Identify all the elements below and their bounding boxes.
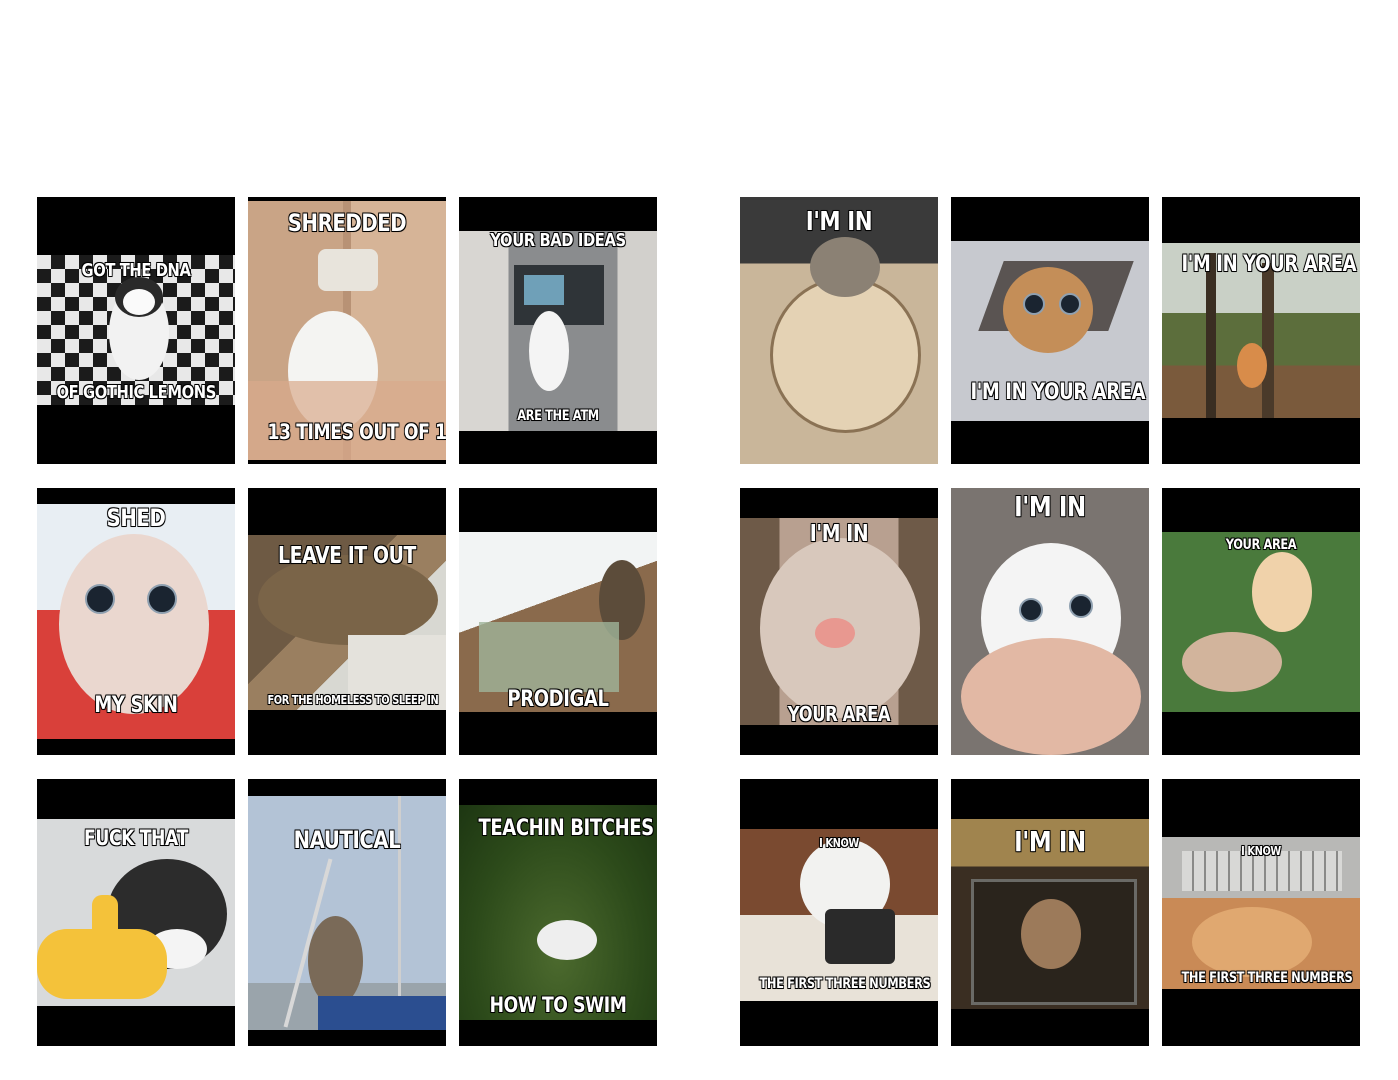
meme-card[interactable]: SHREDDED 13 TIMES OUT OF 11	[248, 197, 446, 464]
meme-card[interactable]: GOT THE DNA OF GOTHIC LEMONS	[37, 197, 235, 464]
caption-top: I KNOW	[1241, 844, 1281, 858]
meme-card[interactable]: I KNOW THE FIRST THREE NUMBERS	[740, 779, 938, 1046]
caption-top: YOUR AREA	[1225, 537, 1297, 553]
meme-card[interactable]: SHED MY SKIN	[37, 488, 235, 755]
caption-bottom: PRODIGAL	[507, 687, 609, 712]
meme-image	[740, 518, 938, 725]
caption-top: I'M IN	[805, 207, 873, 237]
caption-top: TEACHIN BITCHES	[478, 816, 654, 841]
meme-card[interactable]: FUCK THAT	[37, 779, 235, 1046]
meme-image	[951, 488, 1149, 755]
meme-card[interactable]: I'M IN	[951, 488, 1149, 755]
meme-image	[740, 197, 938, 464]
meme-image	[459, 231, 657, 431]
caption-top: SHED	[106, 504, 166, 532]
caption-top: I'M IN	[1014, 490, 1086, 523]
caption-bottom: 13 TIMES OUT OF 11	[267, 420, 446, 444]
meme-card[interactable]: I'M IN	[951, 779, 1149, 1046]
meme-card[interactable]: LEAVE IT OUT FOR THE HOMELESS TO SLEEP I…	[248, 488, 446, 755]
meme-grid-left: GOT THE DNA OF GOTHIC LEMONS SHREDDED 13…	[37, 197, 657, 1046]
meme-card[interactable]: I'M IN YOUR AREA	[951, 197, 1149, 464]
meme-card[interactable]: I'M IN YOUR AREA	[740, 488, 938, 755]
caption-top: YOUR BAD IDEAS	[490, 230, 626, 251]
meme-card[interactable]: I KNOW THE FIRST THREE NUMBERS	[1162, 779, 1360, 1046]
page: { "left_set": [ {"top": "GOT THE DNA", "…	[0, 0, 1398, 1080]
meme-image	[459, 532, 657, 712]
caption-bottom: THE FIRST THREE NUMBERS	[759, 976, 931, 992]
caption-top: GOT THE DNA	[81, 260, 191, 281]
meme-card[interactable]: TEACHIN BITCHES HOW TO SWIM	[459, 779, 657, 1046]
caption-top: SHREDDED	[287, 209, 407, 237]
caption-bottom: MY SKIN	[94, 693, 178, 718]
meme-card[interactable]: I'M IN YOUR AREA	[1162, 197, 1360, 464]
meme-image	[1162, 837, 1360, 989]
meme-card[interactable]: I'M IN	[740, 197, 938, 464]
caption-top: I'M IN	[809, 521, 869, 547]
meme-card[interactable]: YOUR AREA	[1162, 488, 1360, 755]
meme-card[interactable]: PRODIGAL	[459, 488, 657, 755]
caption-top: I'M IN YOUR AREA	[1181, 252, 1357, 277]
caption-bottom: OF GOTHIC LEMONS	[56, 382, 216, 403]
meme-card[interactable]: YOUR BAD IDEAS ARE THE ATM	[459, 197, 657, 464]
caption-bottom: THE FIRST THREE NUMBERS	[1181, 970, 1353, 986]
caption-bottom: ARE THE ATM	[517, 408, 599, 424]
caption-top: LEAVE IT OUT	[277, 543, 416, 569]
caption-bottom: YOUR AREA	[787, 702, 891, 726]
caption-top: NAUTICAL	[293, 826, 401, 854]
caption-top: FUCK THAT	[84, 826, 188, 850]
meme-grid-right: I'M IN I'M IN YOUR AREA I'M IN YOUR AREA…	[740, 197, 1360, 1046]
meme-image	[1162, 532, 1360, 712]
caption-bottom: FOR THE HOMELESS TO SLEEP IN	[267, 693, 439, 707]
caption-top: I KNOW	[819, 836, 859, 850]
caption-bottom: I'M IN YOUR AREA	[970, 380, 1146, 405]
meme-card[interactable]: NAUTICAL	[248, 779, 446, 1046]
caption-bottom: HOW TO SWIM	[489, 993, 627, 1017]
caption-top: I'M IN	[1014, 825, 1086, 858]
